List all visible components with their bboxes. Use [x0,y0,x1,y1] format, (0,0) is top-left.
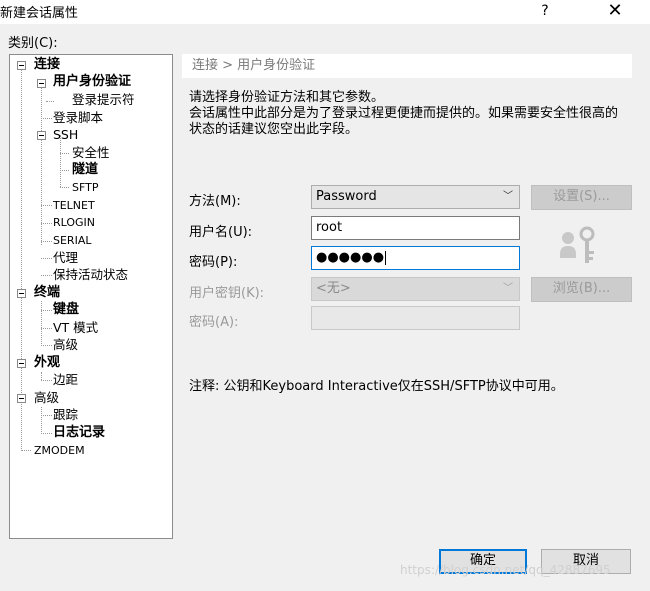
tree-item-rlogin[interactable]: RLOGIN [53,215,95,231]
method-label: 方法(M): [189,194,241,209]
passphrase-input[interactable] [311,306,520,330]
tree-item-appearance[interactable]: 外观 [34,355,60,371]
password-input[interactable]: ●●●●●● [311,246,520,270]
help-button[interactable]: ? [522,0,568,24]
username-label: 用户名(U): [189,225,253,240]
tree-item-connection[interactable]: 连接 [34,57,60,73]
close-button[interactable]: ✕ [592,0,638,24]
tree-item-ssh[interactable]: SSH [53,127,78,143]
expand-connection-icon[interactable] [17,61,26,70]
user-key-select[interactable]: <无> ﹀ [311,277,520,301]
tree-item-keep-alive[interactable]: 保持活动状态 [53,267,128,283]
watermark: https://blog.csdn.net/qq_42887695 [400,563,611,577]
user-key-icon [560,226,595,263]
method-value: Password [316,189,377,204]
tree-item-zmodem[interactable]: ZMODEM [34,443,85,459]
breadcrumb: 连接 > 用户身份验证 [182,54,632,78]
description-text: 会话属性中此部分是为了登录过程更便捷而提供的。如果需要安全性很高的状态的话建议您… [189,106,619,137]
tree-item-margin[interactable]: 边距 [53,372,78,388]
tree-item-advanced[interactable]: 高级 [53,337,78,353]
passphrase-label: 密码(A): [189,315,239,330]
tree-item-serial[interactable]: SERIAL [53,233,91,249]
tree-item-tunnel[interactable]: 隧道 [72,162,98,178]
tree-item-security[interactable]: 安全性 [72,145,110,161]
tree-item-advanced-root[interactable]: 高级 [34,390,59,406]
username-input[interactable]: root [311,216,520,240]
tree-item-user-auth[interactable]: 用户身份验证 [53,74,131,90]
tree-item-sftp[interactable]: SFTP [72,180,98,196]
text-caret [385,250,387,265]
window-title: 新建会话属性 [0,6,79,21]
category-label: 类别(C): [8,36,58,51]
settings-button[interactable]: 设置(S)... [531,185,632,210]
tree-item-terminal[interactable]: 终端 [34,285,60,301]
tree-item-trace[interactable]: 跟踪 [53,407,78,423]
method-select[interactable]: Password ﹀ [311,185,520,209]
password-masked-value: ●●●●●● [316,250,385,265]
expand-advanced-icon[interactable] [17,394,26,403]
expand-terminal-icon[interactable] [17,289,26,298]
tree-item-telnet[interactable]: TELNET [53,198,95,214]
intro-text: 请选择身份验证方法和其它参数。 [189,90,385,105]
user-key-value: <无> [316,281,351,296]
category-tree[interactable]: 连接 用户身份验证 登录提示符 登录脚本 SSH 安全性 隧道 SFTP TEL… [9,54,173,539]
tree-item-logging[interactable]: 日志记录 [53,425,105,441]
tree-item-login-prompt[interactable]: 登录提示符 [72,92,135,108]
user-key-label: 用户密钥(K): [189,286,265,301]
chevron-down-icon: ﹀ [503,283,513,294]
note-text: 注释: 公钥和Keyboard Interactive仅在SSH/SFTP协议中… [189,379,564,394]
expand-ssh-icon[interactable] [37,131,46,140]
expand-appearance-icon[interactable] [17,359,26,368]
tree-item-keyboard[interactable]: 键盘 [53,302,79,318]
password-label: 密码(P): [189,255,238,270]
chevron-down-icon: ﹀ [503,191,513,202]
title-bar: 新建会话属性 ? ✕ [0,0,650,24]
tree-item-vt-mode[interactable]: VT 模式 [53,320,98,336]
browse-button[interactable]: 浏览(B)... [531,277,632,302]
tree-item-login-script[interactable]: 登录脚本 [53,110,103,126]
expand-user-auth-icon[interactable] [37,79,46,88]
tree-item-proxy[interactable]: 代理 [53,250,78,266]
